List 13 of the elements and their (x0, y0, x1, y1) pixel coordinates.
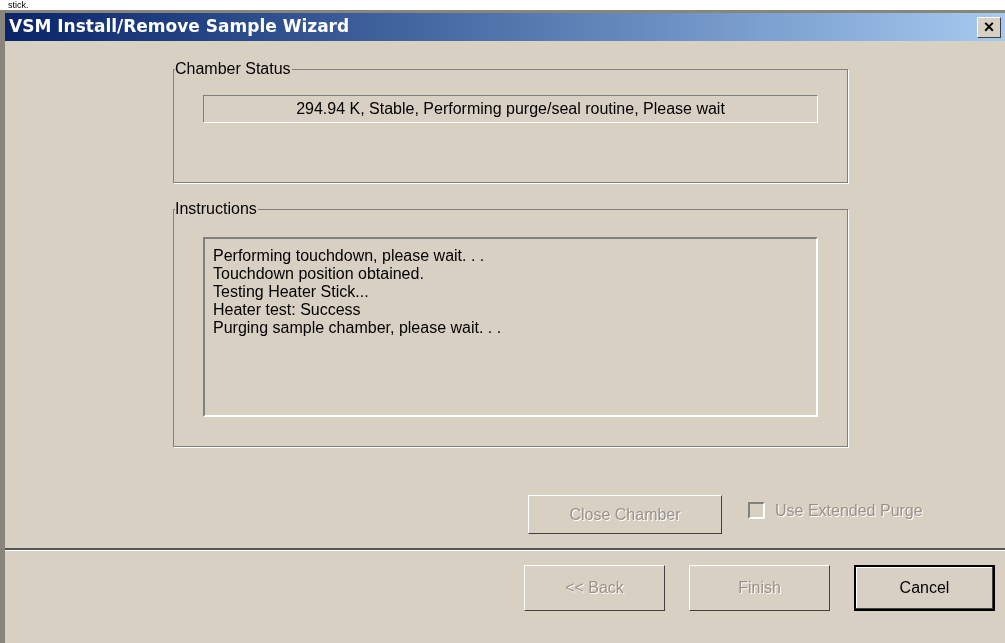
checkbox-label: Use Extended Purge (775, 500, 923, 521)
status-field: 294.94 K, Stable, Performing purge/seal routine, Please wait (203, 95, 818, 123)
close-button[interactable]: × (977, 16, 1001, 38)
wizard-button[interactable]: Cancel (854, 565, 995, 611)
window-title: VSM Install/Remove Sample Wizard (9, 15, 350, 39)
instruction-line: Heater test: Success (213, 301, 362, 319)
instruction-line: Touchdown position obtained. (213, 265, 425, 283)
instruction-line: Performing touchdown, please wait. . . (213, 247, 486, 265)
instruction-line: Purging sample chamber, please wait. . . (213, 319, 503, 337)
instruction-line: Testing Heater Stick... (213, 283, 370, 301)
group-title: Chamber Status (175, 59, 292, 79)
group-title: Instructions (175, 199, 258, 219)
page-text: stick. (8, 0, 29, 10)
